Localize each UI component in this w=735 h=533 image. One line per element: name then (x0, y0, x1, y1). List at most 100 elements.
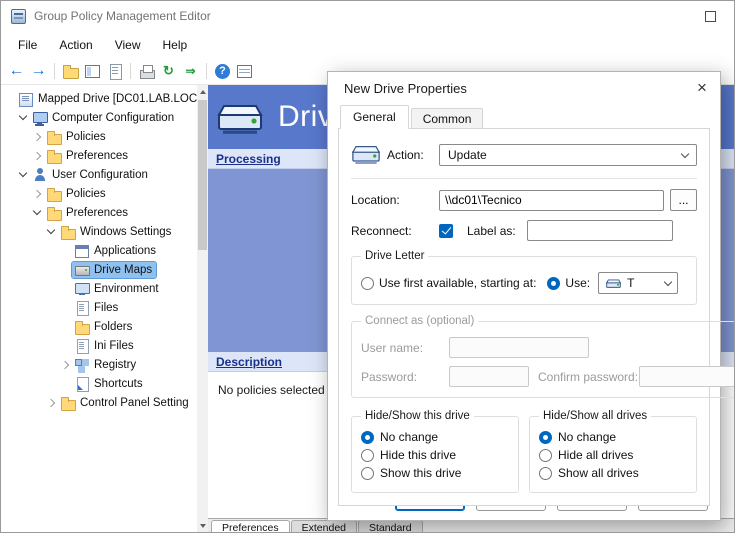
tab-general[interactable]: General (340, 105, 409, 129)
tree-item-folders[interactable]: Folders (1, 317, 197, 336)
back-icon[interactable]: ← (6, 61, 27, 82)
password-label: Password: (361, 370, 449, 384)
tree-item-files[interactable]: Files (1, 298, 197, 317)
chevron-right-icon[interactable] (32, 150, 43, 161)
print-icon[interactable] (136, 61, 157, 82)
menu-bar: File Action View Help (1, 31, 734, 58)
tab-preferences[interactable]: Preferences (211, 520, 290, 532)
tree-item-windows-settings[interactable]: Windows Settings (1, 222, 197, 241)
tab-extended[interactable]: Extended (291, 520, 357, 532)
folder-icon (46, 130, 62, 144)
gpme-window: Group Policy Management Editor File Acti… (0, 0, 735, 533)
export-list-icon[interactable]: ⇒ (180, 61, 201, 82)
drive-letter-select[interactable]: T (598, 272, 678, 294)
hide-show-row: Hide/Show this drive No change Hide this… (351, 408, 697, 497)
all-no-change-radio[interactable]: No change (539, 430, 687, 444)
menu-help[interactable]: Help (152, 33, 199, 57)
radio-label: Show all drives (558, 466, 639, 480)
connect-as-group: Connect as (optional) User name: Passwor… (351, 315, 735, 398)
tree-item-control-panel-settings[interactable]: Control Panel Setting (1, 393, 197, 412)
use-radio[interactable]: Use: (547, 276, 590, 290)
tree-item-label: Mapped Drive [DC01.LAB.LOCA (38, 93, 197, 105)
radio-label: Hide this drive (380, 448, 456, 462)
show-all-drives-radio[interactable]: Show all drives (539, 466, 687, 480)
dialog-title: New Drive Properties (344, 81, 467, 96)
folder-icon (46, 187, 62, 201)
tree-item-applications[interactable]: Applications (1, 241, 197, 260)
tree-item-preferences-user[interactable]: Preferences (1, 203, 197, 222)
action-label: Action: (387, 148, 439, 162)
tree-item-label: Folders (94, 321, 132, 333)
tree-scrollbar[interactable] (197, 85, 208, 532)
view-menu-icon[interactable] (234, 61, 255, 82)
reconnect-label: Reconnect: (351, 224, 439, 238)
confirm-password-input (639, 366, 735, 387)
maximize-icon[interactable] (705, 11, 716, 22)
forward-icon[interactable]: → (28, 61, 49, 82)
tree-item-drive-maps[interactable]: Drive Maps (1, 260, 197, 279)
tab-common[interactable]: Common (411, 108, 484, 129)
up-one-level-icon[interactable] (60, 61, 81, 82)
tree-item-label: Applications (94, 245, 156, 257)
menu-file[interactable]: File (7, 33, 48, 57)
radio-label: No change (380, 430, 438, 444)
refresh-icon[interactable]: ↻ (158, 61, 179, 82)
use-first-available-radio[interactable]: Use first available, starting at: (361, 276, 536, 290)
chevron-down-icon[interactable] (46, 226, 57, 237)
description-link[interactable]: Description (216, 355, 282, 369)
tree-item-preferences-computer[interactable]: Preferences (1, 146, 197, 165)
show-this-drive-radio[interactable]: Show this drive (361, 466, 509, 480)
tree-item-mapped-drive[interactable]: Mapped Drive [DC01.LAB.LOCA (1, 89, 197, 108)
tree-item-label: Registry (94, 359, 136, 371)
chevron-down-icon[interactable] (32, 207, 43, 218)
radio-label: Use first available, starting at: (379, 276, 536, 290)
label-as-input[interactable] (527, 220, 673, 241)
dialog-tabs: General Common (328, 104, 720, 128)
chevron-down-icon (681, 149, 689, 157)
reconnect-checkbox[interactable] (439, 224, 453, 238)
menu-action[interactable]: Action (48, 33, 103, 57)
hide-all-drives-radio[interactable]: Hide all drives (539, 448, 687, 462)
tree-item-ini-files[interactable]: Ini Files (1, 336, 197, 355)
tree-item-label: Environment (94, 283, 159, 295)
chevron-right-icon[interactable] (46, 397, 57, 408)
action-select[interactable]: Update (439, 144, 697, 166)
radio-label: Hide all drives (558, 448, 633, 462)
scroll-down-icon[interactable] (197, 519, 208, 532)
radio-icon (361, 277, 374, 290)
chevron-right-icon[interactable] (60, 359, 71, 370)
toolbar-separator (130, 63, 131, 79)
user-icon (32, 168, 48, 182)
close-icon[interactable]: × (684, 72, 720, 104)
this-no-change-radio[interactable]: No change (361, 430, 509, 444)
location-input[interactable] (439, 190, 664, 211)
hide-this-drive-radio[interactable]: Hide this drive (361, 448, 509, 462)
connect-as-legend: Connect as (optional) (361, 315, 478, 327)
scrollbar-thumb[interactable] (198, 100, 207, 250)
tab-standard[interactable]: Standard (358, 520, 423, 532)
help-icon[interactable]: ? (215, 64, 230, 79)
menu-view[interactable]: View (104, 33, 152, 57)
chevron-down-icon[interactable] (18, 112, 29, 123)
drive-icon (351, 141, 387, 169)
show-console-tree-icon[interactable] (82, 61, 103, 82)
radio-icon (539, 431, 552, 444)
chevron-down-icon[interactable] (18, 169, 29, 180)
tree-item-computer-configuration[interactable]: Computer Configuration (1, 108, 197, 127)
properties-icon[interactable] (104, 61, 125, 82)
tree-item-user-configuration[interactable]: User Configuration (1, 165, 197, 184)
tree-item-shortcuts[interactable]: Shortcuts (1, 374, 197, 393)
tree-item-label: Files (94, 302, 118, 314)
toolbar-separator (54, 63, 55, 79)
browse-button[interactable]: ... (670, 189, 697, 211)
folders-icon (74, 320, 90, 334)
chevron-right-icon[interactable] (32, 188, 43, 199)
processing-link[interactable]: Processing (216, 152, 281, 166)
files-icon (74, 301, 90, 315)
scroll-up-icon[interactable] (197, 85, 208, 98)
tree-item-registry[interactable]: Registry (1, 355, 197, 374)
tree-item-environment[interactable]: Environment (1, 279, 197, 298)
tree-item-policies-user[interactable]: Policies (1, 184, 197, 203)
chevron-right-icon[interactable] (32, 131, 43, 142)
tree-item-policies-computer[interactable]: Policies (1, 127, 197, 146)
